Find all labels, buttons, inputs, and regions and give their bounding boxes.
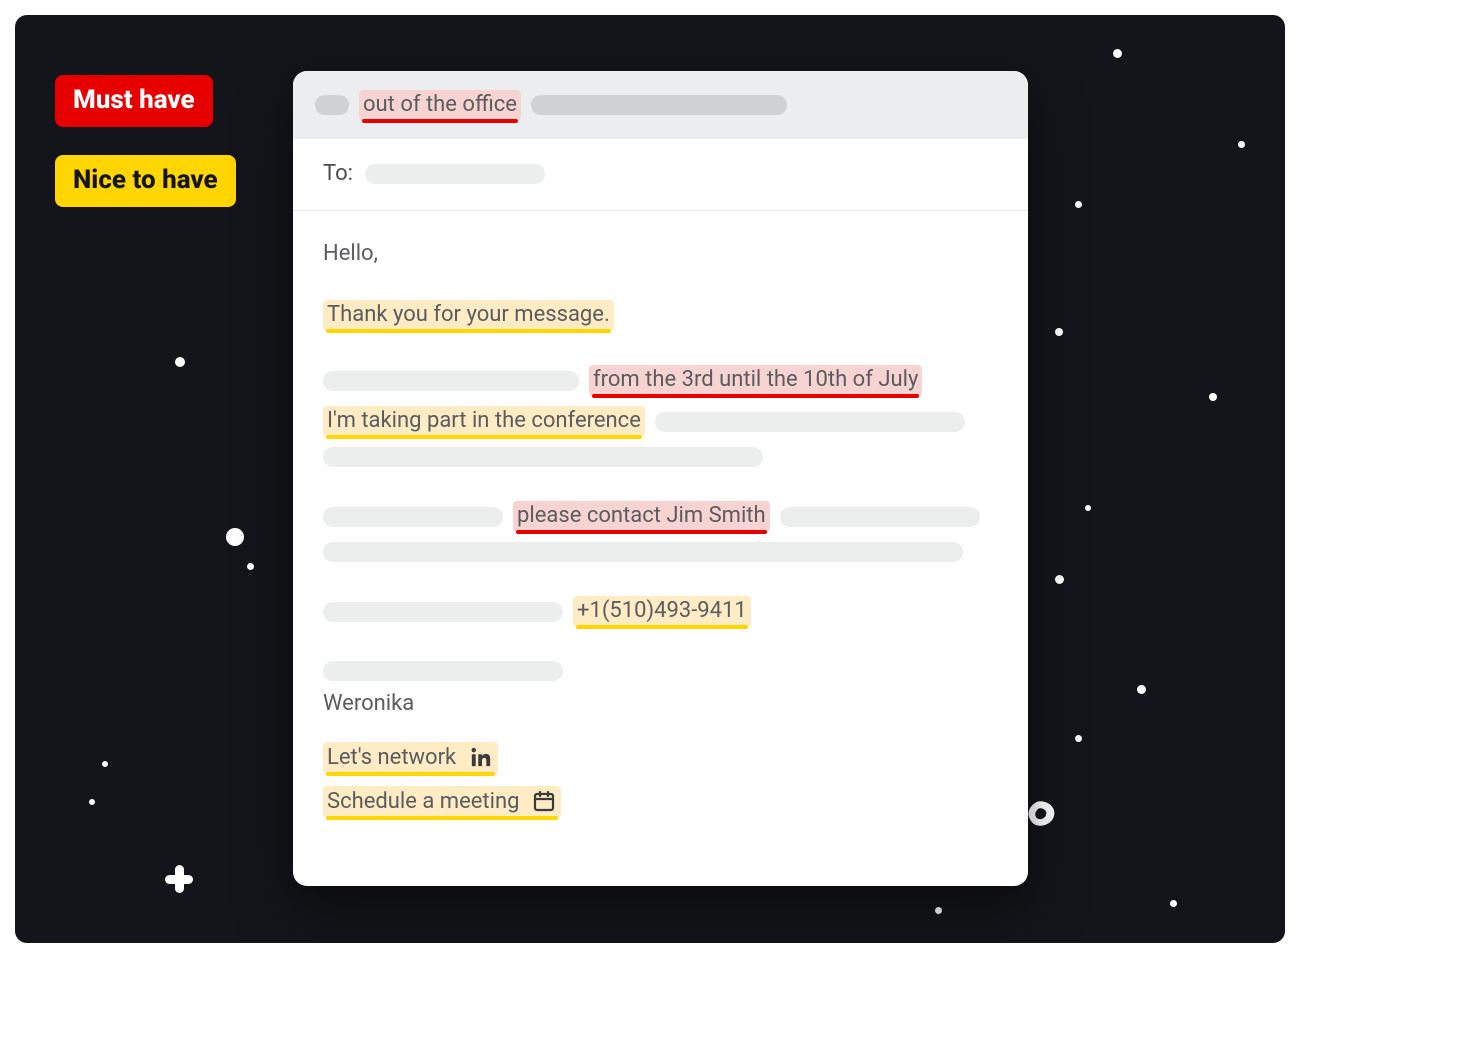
placeholder-block (531, 95, 787, 115)
star-icon (175, 357, 185, 367)
plus-icon (165, 865, 193, 893)
email-subject-bar: out of the office (293, 71, 1028, 139)
placeholder-block (323, 447, 763, 467)
placeholder-block (315, 95, 349, 115)
contact-highlight-must: please contact Jim Smith (513, 501, 770, 532)
email-card: out of the office To: Hello, Thank you f… (293, 71, 1028, 886)
star-icon (1170, 900, 1177, 907)
legend-nice-to-have: Nice to have (55, 155, 236, 207)
calendar-icon (531, 788, 557, 814)
sender-name: Weronika (323, 691, 414, 716)
phone-highlight-nice: +1(510)493-9411 (573, 596, 751, 627)
thanks-highlight-nice: Thank you for your message. (323, 300, 614, 331)
star-icon (226, 528, 244, 546)
star-icon (1238, 141, 1245, 148)
blob-icon (1027, 800, 1057, 828)
stage: Must have Nice to have out of the office… (0, 0, 1460, 1060)
dark-panel: Must have Nice to have out of the office… (15, 15, 1285, 943)
signature-links: Let's network Schedule a meeting (323, 742, 998, 830)
link-network[interactable]: Let's network (323, 742, 498, 774)
email-to-row: To: (293, 139, 1028, 211)
link-schedule-label: Schedule a meeting (327, 789, 519, 814)
placeholder-block (323, 371, 579, 391)
star-icon (89, 799, 95, 805)
date-range-highlight-must: from the 3rd until the 10th of July (589, 365, 922, 396)
placeholder-block (365, 164, 545, 184)
star-icon (102, 761, 108, 767)
star-icon (1085, 505, 1091, 511)
placeholder-block (323, 661, 563, 681)
star-icon (247, 563, 254, 570)
legend-must-have: Must have (55, 75, 213, 127)
star-icon (1209, 393, 1217, 401)
greeting-text: Hello, (323, 241, 378, 266)
placeholder-block (323, 507, 503, 527)
star-icon (935, 907, 942, 914)
subject-highlight-must: out of the office (359, 90, 521, 121)
placeholder-block (323, 542, 963, 562)
email-body: Hello, Thank you for your message. from … (293, 211, 1028, 850)
star-icon (1055, 328, 1063, 336)
star-icon (1055, 575, 1064, 584)
conference-highlight-nice: I'm taking part in the conference (323, 406, 645, 437)
to-label: To: (323, 161, 353, 186)
star-icon (1075, 735, 1082, 742)
link-schedule[interactable]: Schedule a meeting (323, 786, 561, 818)
link-network-label: Let's network (327, 745, 456, 770)
star-icon (1137, 685, 1146, 694)
linkedin-icon (468, 744, 494, 770)
placeholder-block (323, 602, 563, 622)
star-icon (1075, 201, 1082, 208)
placeholder-block (780, 507, 980, 527)
placeholder-block (655, 412, 965, 432)
star-icon (1113, 49, 1122, 58)
